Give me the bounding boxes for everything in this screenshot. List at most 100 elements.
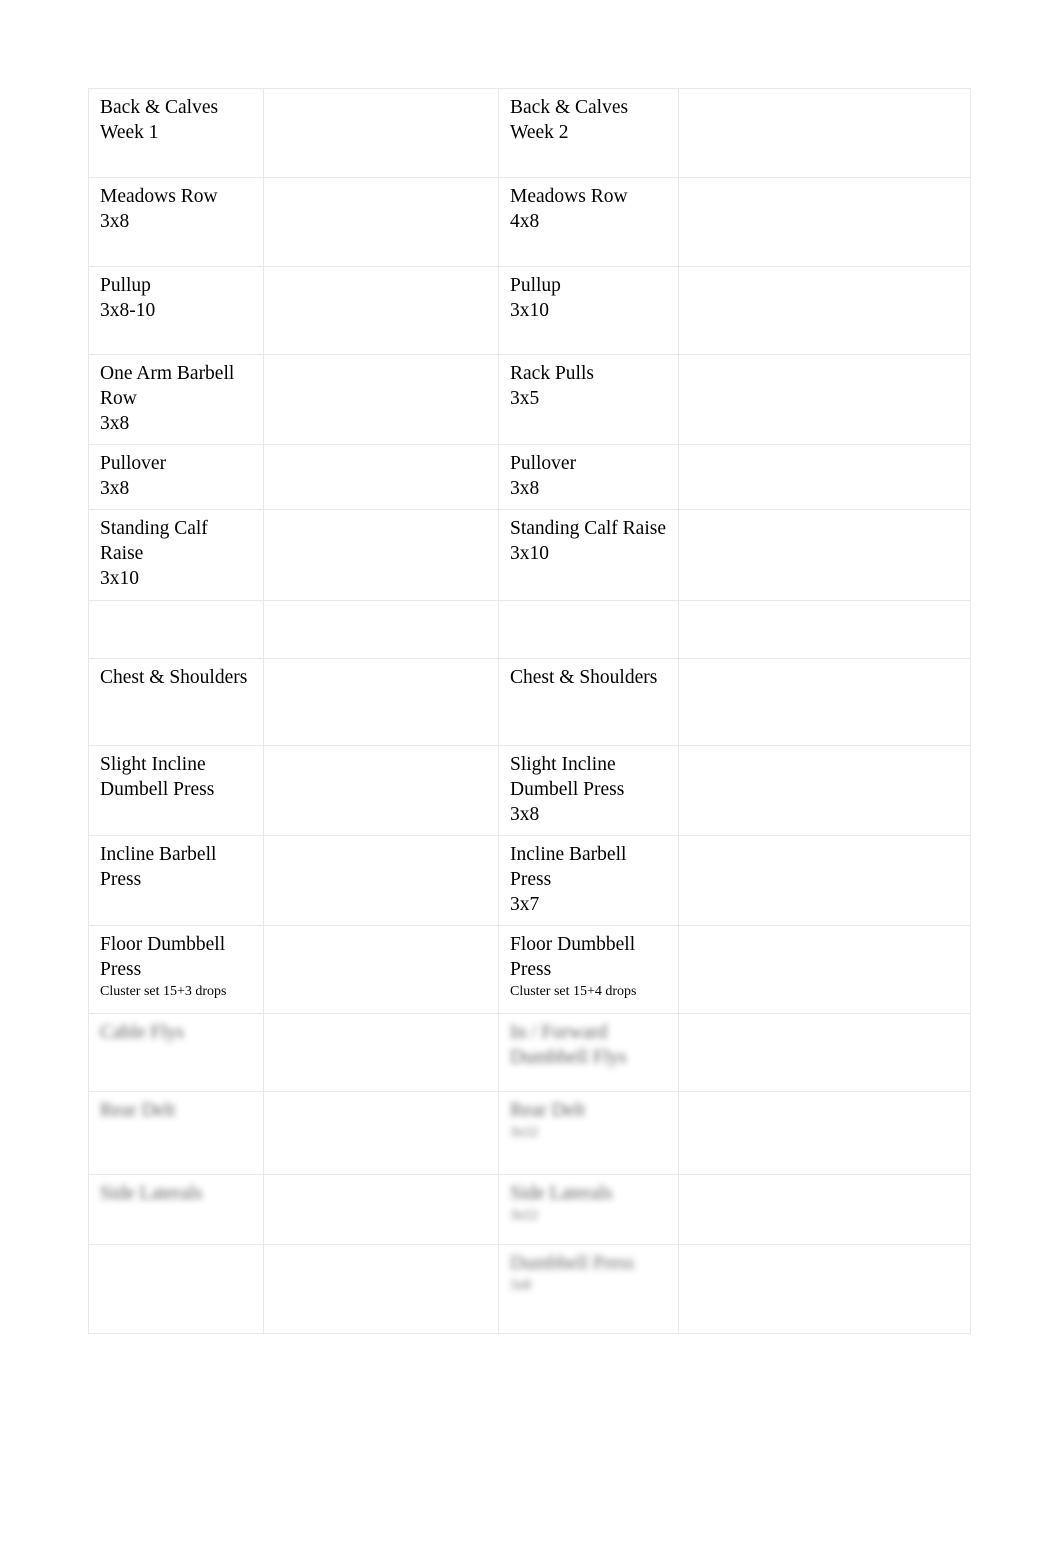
cell-week2-log[interactable] [678, 1244, 971, 1334]
cell-week2-log[interactable] [678, 266, 971, 355]
cell-text-line: 3x7 [510, 894, 540, 915]
cell-week1-log[interactable] [263, 925, 499, 1014]
cell-week2-log[interactable] [678, 745, 971, 836]
cell-week1-exercise[interactable]: Floor Dumbbell Press Cluster set 15+3 dr… [88, 925, 264, 1014]
cell-text-line: Floor Dumbbell Press [510, 934, 640, 980]
cell-week2-log[interactable] [678, 1174, 971, 1245]
cell-week1-log[interactable] [263, 509, 499, 601]
cell-text-line: Chest & Shoulders [510, 667, 658, 688]
cell-week2-exercise[interactable]: Chest & Shoulders [498, 658, 679, 746]
cell-week2-log[interactable] [678, 177, 971, 267]
cell-week1-log[interactable] [263, 1091, 499, 1175]
cell-week1-exercise[interactable]: Pullover 3x8 [88, 444, 264, 510]
cell-week2-exercise[interactable]: Standing Calf Raise 3x10 [498, 509, 679, 601]
cell-week2-exercise[interactable]: Pullover 3x8 [498, 444, 679, 510]
cell-week1-exercise[interactable]: Cable Flys [88, 1013, 264, 1092]
cell-week1-log[interactable] [263, 1013, 499, 1092]
cell-text-line: Incline Barbell Press [510, 844, 632, 890]
cell-week2-exercise[interactable]: Rack Pulls 3x5 [498, 354, 679, 445]
cell-text-line: Standing Calf Raise [510, 518, 666, 539]
cell-week2-log[interactable] [678, 509, 971, 601]
cell-week2-log[interactable] [678, 835, 971, 926]
table-row: Pullup 3x8-10 Pullup 3x10 [88, 266, 971, 355]
cell-week2-log[interactable] [678, 444, 971, 510]
cell-text-line: 4x8 [510, 211, 540, 232]
cell-text-line: Pullover [100, 453, 167, 474]
cell-week2-exercise[interactable]: In / Forward Dumbbell Flys [498, 1013, 679, 1092]
cell-week1-log[interactable] [263, 745, 499, 836]
cell-week1-exercise[interactable]: Slight Incline Dumbell Press [88, 745, 264, 836]
cell-week1-exercise[interactable]: Incline Barbell Press [88, 835, 264, 926]
cell-week1-exercise[interactable]: Pullup 3x8-10 [88, 266, 264, 355]
cell-text-line: In / Forward Dumbbell Flys [510, 1022, 627, 1068]
cell-week1-log[interactable] [263, 444, 499, 510]
cell-week2-log[interactable] [678, 925, 971, 1014]
cell-week1-exercise[interactable]: Chest & Shoulders [88, 658, 264, 746]
cell-text-line: 3x10 [510, 543, 549, 564]
table-row: Pullover 3x8 Pullover 3x8 [88, 444, 971, 510]
table-row: Meadows Row 3x8 Meadows Row 4x8 [88, 177, 971, 267]
cell-week1-exercise[interactable]: Rear Delt [88, 1091, 264, 1175]
cell-week1-log[interactable] [263, 354, 499, 445]
cell-text-line: 3x8 [510, 478, 540, 499]
cell-week2-exercise[interactable]: Meadows Row 4x8 [498, 177, 679, 267]
cell-week2-exercise[interactable]: Floor Dumbbell Press Cluster set 15+4 dr… [498, 925, 679, 1014]
cell-text-line: 3x8 [100, 478, 130, 499]
cell-text-line: One Arm Barbell Row [100, 363, 240, 409]
workout-plan-table: Back & Calves Week 1 Back & Calves Week … [88, 88, 971, 1334]
document-page: Back & Calves Week 1 Back & Calves Week … [0, 0, 1062, 1561]
table-row: One Arm Barbell Row 3x8 Rack Pulls 3x5 [88, 354, 971, 445]
cell-text-line: Rear Delt [100, 1100, 176, 1121]
cell-text-line: Pullup [100, 275, 151, 296]
cell-week1-log[interactable] [263, 177, 499, 267]
cell-week2-log[interactable] [678, 600, 971, 659]
cell-week2-log[interactable] [678, 1013, 971, 1092]
cell-text-line: 3x8 [100, 413, 130, 434]
cell-text-note: Cluster set 15+4 drops [510, 984, 637, 999]
cell-week2-exercise[interactable]: Back & Calves Week 2 [498, 88, 679, 178]
cell-week2-exercise[interactable]: Dumbbell Press 3x8 [498, 1244, 679, 1334]
cell-week1-exercise[interactable]: One Arm Barbell Row 3x8 [88, 354, 264, 445]
cell-week1-log[interactable] [263, 658, 499, 746]
cell-week1-exercise[interactable] [88, 1244, 264, 1334]
cell-week1-exercise[interactable]: Side Laterals [88, 1174, 264, 1245]
cell-text-line: 3x8 [510, 804, 540, 825]
cell-text-line: Meadows Row [100, 186, 218, 207]
cell-week2-exercise[interactable]: Slight Incline Dumbell Press 3x8 [498, 745, 679, 836]
cell-week2-log[interactable] [678, 658, 971, 746]
cell-week1-exercise[interactable]: Back & Calves Week 1 [88, 88, 264, 178]
table-row-redacted: Side Laterals Side Laterals 3x12 [88, 1174, 971, 1245]
cell-week1-log[interactable] [263, 266, 499, 355]
cell-week2-exercise[interactable]: Incline Barbell Press 3x7 [498, 835, 679, 926]
cell-week2-log[interactable] [678, 88, 971, 178]
cell-text-line: 3x5 [510, 388, 540, 409]
cell-text-line: Week 1 [100, 122, 159, 143]
cell-text-line: 3x8-10 [100, 300, 156, 321]
cell-text-line: 3x10 [100, 568, 139, 589]
cell-week2-exercise[interactable]: Pullup 3x10 [498, 266, 679, 355]
cell-week2-exercise[interactable]: Rear Delt 3x12 [498, 1091, 679, 1175]
cell-text-line: Cable Flys [100, 1022, 184, 1043]
cell-week2-log[interactable] [678, 354, 971, 445]
cell-week1-log[interactable] [263, 88, 499, 178]
cell-week1-log[interactable] [263, 835, 499, 926]
cell-week1-log[interactable] [263, 1244, 499, 1334]
cell-week2-exercise[interactable] [498, 600, 679, 659]
cell-week1-exercise[interactable] [88, 600, 264, 659]
cell-text-line: Back & Calves [100, 97, 219, 118]
cell-text-line: Rear Delt [510, 1100, 586, 1121]
cell-week1-exercise[interactable]: Meadows Row 3x8 [88, 177, 264, 267]
cell-week1-log[interactable] [263, 1174, 499, 1245]
table-row: Slight Incline Dumbell Press Slight Incl… [88, 745, 971, 836]
cell-week2-exercise[interactable]: Side Laterals 3x12 [498, 1174, 679, 1245]
cell-week2-log[interactable] [678, 1091, 971, 1175]
cell-text-line: Incline Barbell Press [100, 844, 222, 890]
table-row: Incline Barbell Press Incline Barbell Pr… [88, 835, 971, 926]
table-row: Floor Dumbbell Press Cluster set 15+3 dr… [88, 925, 971, 1014]
cell-week1-log[interactable] [263, 600, 499, 659]
cell-text-line: Week 2 [510, 122, 569, 143]
cell-text-line: Side Laterals [510, 1183, 613, 1204]
cell-week1-exercise[interactable]: Standing Calf Raise 3x10 [88, 509, 264, 601]
cell-text-note: Cluster set 15+3 drops [100, 984, 227, 999]
cell-text-line: 3x10 [510, 300, 549, 321]
